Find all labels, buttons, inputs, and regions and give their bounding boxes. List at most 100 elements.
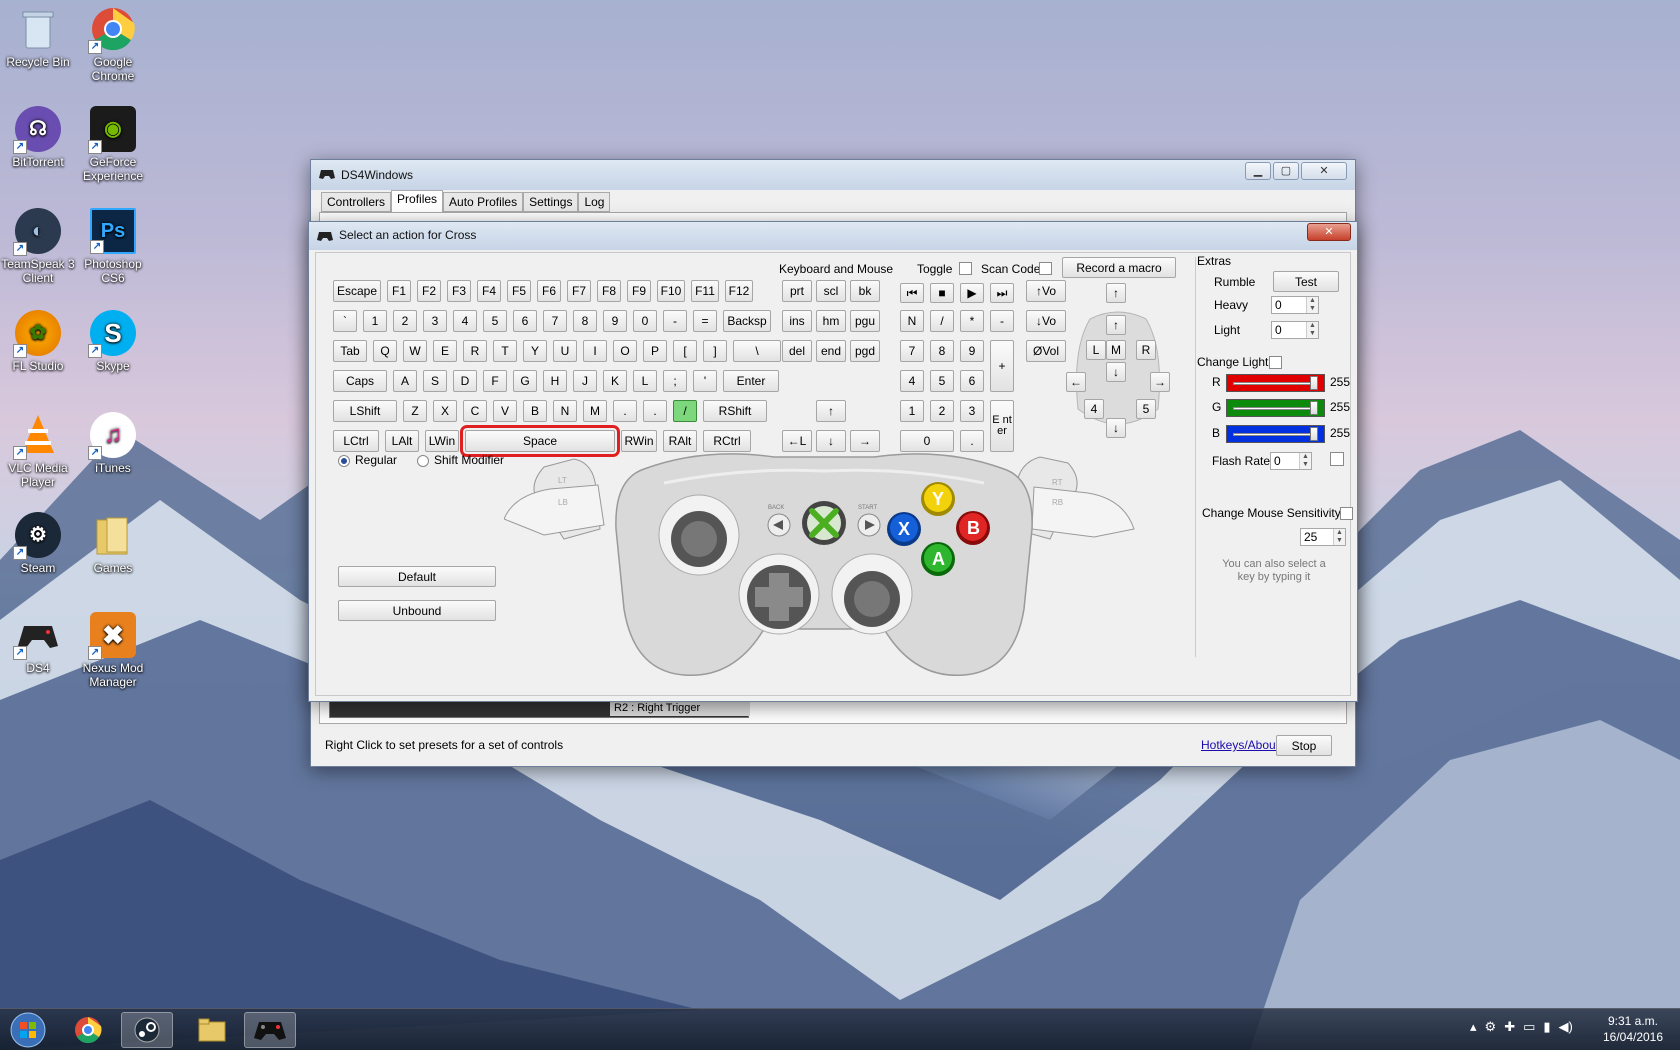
- nav-key-pgu[interactable]: pgu: [850, 310, 880, 332]
- slider-thumb[interactable]: [1310, 427, 1318, 441]
- numpad-key-N[interactable]: N: [900, 310, 924, 332]
- key-N[interactable]: N: [553, 400, 577, 422]
- desktop-icon-ds4[interactable]: ↗ DS4: [0, 612, 76, 675]
- key-8[interactable]: 8: [573, 310, 597, 332]
- mouse-middle-button[interactable]: M: [1106, 340, 1126, 360]
- y-button[interactable]: Y: [921, 482, 955, 516]
- key-=[interactable]: =: [693, 310, 717, 332]
- tray-expand-icon[interactable]: ▴: [1470, 1019, 1477, 1035]
- key-`[interactable]: `: [333, 310, 357, 332]
- key-X[interactable]: X: [433, 400, 457, 422]
- record-macro-button[interactable]: Record a macro: [1062, 257, 1176, 278]
- volume-down-key[interactable]: ↓Vo: [1026, 310, 1066, 332]
- key-LCtrl[interactable]: LCtrl: [333, 430, 379, 452]
- key-F12[interactable]: F12: [725, 280, 753, 302]
- key-LWin[interactable]: LWin: [425, 430, 459, 452]
- arrow-up-key[interactable]: ↑: [816, 400, 846, 422]
- numpad-key-/[interactable]: /: [930, 310, 954, 332]
- nav-key-pgd[interactable]: pgd: [850, 340, 880, 362]
- key-J[interactable]: J: [573, 370, 597, 392]
- gamepad-tray-icon[interactable]: ✚: [1504, 1019, 1515, 1035]
- key-;[interactable]: ;: [663, 370, 687, 392]
- shift-modifier-radio[interactable]: [417, 455, 429, 467]
- volume-icon[interactable]: ◀): [1559, 1019, 1573, 1035]
- key-G[interactable]: G: [513, 370, 537, 392]
- key-Q[interactable]: Q: [373, 340, 397, 362]
- slider-thumb[interactable]: [1310, 376, 1318, 390]
- key-.[interactable]: .: [613, 400, 637, 422]
- light-input[interactable]: 0 ▲ ▼: [1271, 321, 1319, 339]
- desktop-icon-itunes[interactable]: ♫ ↗ iTunes: [75, 412, 151, 475]
- toggle-checkbox[interactable]: [959, 262, 972, 275]
- key-F2[interactable]: F2: [417, 280, 441, 302]
- desktop-icon-vlc[interactable]: ↗ VLC Media Player: [0, 412, 76, 489]
- nav-key-prt[interactable]: prt: [782, 280, 812, 302]
- key-0[interactable]: 0: [633, 310, 657, 332]
- mouse-scroll-up-inner[interactable]: ↑: [1106, 315, 1126, 335]
- key-F6[interactable]: F6: [537, 280, 561, 302]
- mouse-move-down[interactable]: ↓: [1106, 418, 1126, 438]
- key-F[interactable]: F: [483, 370, 507, 392]
- key-6[interactable]: 6: [513, 310, 537, 332]
- start-button[interactable]: START: [857, 505, 881, 537]
- key-K[interactable]: K: [603, 370, 627, 392]
- change-light-checkbox[interactable]: [1269, 356, 1282, 369]
- key-4[interactable]: 4: [453, 310, 477, 332]
- key-2[interactable]: 2: [393, 310, 417, 332]
- mouse-scroll-down-inner[interactable]: ↓: [1106, 362, 1126, 382]
- key-B[interactable]: B: [523, 400, 547, 422]
- key-L[interactable]: L: [633, 370, 657, 392]
- key-7[interactable]: 7: [543, 310, 567, 332]
- taskbar-chrome[interactable]: [62, 1012, 114, 1048]
- tab-controllers[interactable]: Controllers: [321, 192, 392, 212]
- key-Caps[interactable]: Caps: [333, 370, 387, 392]
- key-F9[interactable]: F9: [627, 280, 651, 302]
- green-slider[interactable]: [1226, 399, 1325, 417]
- key-E[interactable]: E: [433, 340, 457, 362]
- tab-settings[interactable]: Settings: [523, 192, 579, 212]
- taskbar-ds4windows[interactable]: [244, 1012, 296, 1048]
- numpad-key-8[interactable]: 8: [930, 340, 954, 362]
- mouse-right-button[interactable]: R: [1136, 340, 1156, 360]
- key-slash-highlighted[interactable]: /: [673, 400, 697, 422]
- media-key-3[interactable]: ⏭: [990, 283, 1014, 303]
- key-F7[interactable]: F7: [567, 280, 591, 302]
- taskbar-explorer[interactable]: [186, 1012, 238, 1048]
- numpad-key-plus[interactable]: +: [990, 340, 1014, 392]
- key-Z[interactable]: Z: [403, 400, 427, 422]
- key-F10[interactable]: F10: [657, 280, 685, 302]
- left-trigger[interactable]: LT LB: [504, 458, 605, 540]
- test-button[interactable]: Test: [1273, 271, 1339, 292]
- regular-radio[interactable]: [338, 455, 350, 467]
- tab-profiles[interactable]: Profiles: [391, 190, 444, 212]
- key-P[interactable]: P: [643, 340, 667, 362]
- key-U[interactable]: U: [553, 340, 577, 362]
- media-key-0[interactable]: ⏮: [900, 283, 924, 303]
- key-T[interactable]: T: [493, 340, 517, 362]
- nav-key-bk[interactable]: bk: [850, 280, 880, 302]
- tab-auto-profiles[interactable]: Auto Profiles: [443, 192, 524, 212]
- nav-key-end[interactable]: end: [816, 340, 846, 362]
- key-S[interactable]: S: [423, 370, 447, 392]
- desktop-icon-fl-studio[interactable]: ✿ ↗ FL Studio: [0, 310, 76, 373]
- nav-key-del[interactable]: del: [782, 340, 812, 362]
- key-F11[interactable]: F11: [691, 280, 719, 302]
- mouse-move-left[interactable]: ←: [1066, 372, 1086, 392]
- start-button[interactable]: [2, 1012, 54, 1048]
- spin-arrows-icon[interactable]: ▲ ▼: [1306, 322, 1318, 338]
- key-Escape[interactable]: Escape: [333, 280, 381, 302]
- maximize-button[interactable]: ▢: [1273, 162, 1299, 180]
- key-Enter[interactable]: Enter: [723, 370, 779, 392]
- guide-button[interactable]: [802, 501, 846, 545]
- steam-tray-icon[interactable]: ⚙: [1485, 1019, 1497, 1035]
- key-F8[interactable]: F8: [597, 280, 621, 302]
- key-V[interactable]: V: [493, 400, 517, 422]
- key-F1[interactable]: F1: [387, 280, 411, 302]
- desktop-icon-teamspeak[interactable]: ◐ ↗ TeamSpeak 3 Client: [0, 208, 76, 285]
- a-button[interactable]: A: [921, 542, 955, 576]
- desktop-icon-photoshop[interactable]: Ps ↗ Photoshop CS6: [75, 208, 151, 285]
- tab-log[interactable]: Log: [578, 192, 611, 212]
- key-][interactable]: ]: [703, 340, 727, 362]
- stop-button[interactable]: Stop: [1276, 735, 1332, 756]
- key-F3[interactable]: F3: [447, 280, 471, 302]
